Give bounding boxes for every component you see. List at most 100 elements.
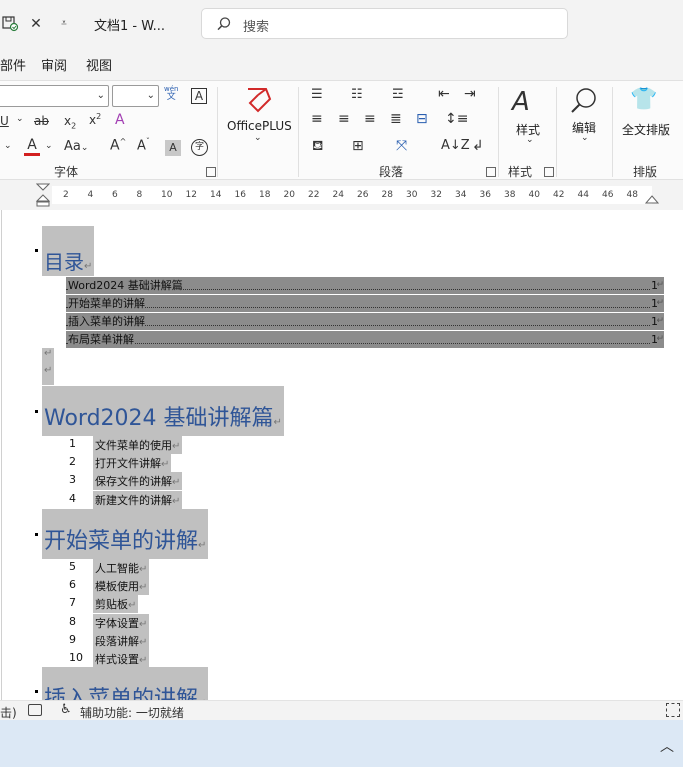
accessibility-icon[interactable]: ♿ xyxy=(60,702,72,717)
list-item[interactable]: 新建文件的讲解↵ xyxy=(93,490,183,509)
multilevel-list-icon[interactable]: ☲ xyxy=(392,87,404,102)
align-center-icon[interactable]: ≡ xyxy=(338,111,350,127)
toc-heading[interactable]: 目录↵ xyxy=(42,226,95,276)
subscript-icon[interactable]: x2 xyxy=(64,114,76,130)
dropdown-chevron-icon[interactable]: ⌄ xyxy=(16,114,24,124)
accessibility-status[interactable]: 辅助功能: 一切就绪 xyxy=(80,704,184,721)
save-icon[interactable] xyxy=(0,14,20,34)
focus-mode-icon[interactable] xyxy=(666,703,680,717)
full-layout-icon[interactable]: 👕 xyxy=(630,87,657,112)
distributed-icon[interactable]: ⊟ xyxy=(416,111,428,127)
superscript-icon[interactable]: x2 xyxy=(89,112,101,127)
paragraph-mark: ↵ xyxy=(656,316,664,326)
grow-font-icon[interactable]: A^ xyxy=(110,137,126,154)
sort-icon[interactable]: A↓Z xyxy=(441,138,470,153)
indent-marker-icon[interactable] xyxy=(35,183,51,207)
tab-review[interactable]: 审阅 xyxy=(41,55,67,74)
show-marks-icon[interactable]: ↲ xyxy=(472,138,484,154)
list-item[interactable]: 剪贴板↵ xyxy=(93,595,139,614)
phonetic-guide-button[interactable]: wén 文 xyxy=(164,85,178,102)
list-item[interactable]: 段落讲解↵ xyxy=(93,631,150,650)
ruler-tick-label: 48 xyxy=(626,190,638,200)
character-border-button[interactable]: A xyxy=(191,88,207,104)
tab-view[interactable]: 视图 xyxy=(86,55,112,74)
list-item[interactable]: 字体设置↵ xyxy=(93,613,150,632)
clear-formatting-icon[interactable]: A xyxy=(115,112,125,128)
find-icon[interactable] xyxy=(568,85,600,117)
list-item[interactable]: 文件菜单的使用↵ xyxy=(93,436,183,454)
shading-icon[interactable]: ⛾ xyxy=(312,138,323,156)
list-item[interactable]: 人工智能↵ xyxy=(93,559,150,577)
list-item-text: 剪贴板 xyxy=(95,598,128,612)
status-bar: 击) ♿ 辅助功能: 一切就绪 xyxy=(0,700,683,720)
chevron-down-icon[interactable]: ⌄ xyxy=(254,133,262,143)
font-dialog-launcher-icon[interactable] xyxy=(206,167,216,177)
font-color-icon[interactable]: A xyxy=(24,137,40,156)
justify-icon[interactable]: ≣ xyxy=(390,111,402,127)
font-size-dropdown[interactable]: ⌄ xyxy=(112,85,159,107)
shrink-font-icon[interactable]: Aˇ xyxy=(137,137,150,153)
ruler-tick-label: 2 xyxy=(63,190,69,200)
officeplus-logo-icon[interactable] xyxy=(244,85,274,115)
change-case-button[interactable]: Aa⌄ xyxy=(64,139,88,154)
paragraph-group-label: 段落 xyxy=(379,165,404,179)
list-item[interactable]: 打开文件讲解↵ xyxy=(93,454,172,473)
horizontal-ruler[interactable]: 2 4 6 8 10 12 14 16 18 20 22 24 26 28 30 32 34 36 38 40 42 44… xyxy=(0,180,683,210)
paragraph-mark: ↵ xyxy=(656,298,664,308)
ruler-tick-label: 14 xyxy=(210,190,222,200)
list-item[interactable]: 模板使用↵ xyxy=(93,577,150,596)
enclose-character-icon[interactable]: 字 xyxy=(191,139,208,156)
align-right-icon[interactable]: ≡ xyxy=(364,111,376,127)
chevron-up-icon[interactable]: ︿ xyxy=(660,736,674,756)
customize-qat-icon[interactable]: ⩡ xyxy=(54,14,74,34)
toc-entry[interactable]: 插入菜单的讲解 1 ↵ xyxy=(66,313,664,330)
heading-bullet xyxy=(35,690,38,693)
document-canvas[interactable]: 目录↵ Word2024 基础讲解篇 1 ↵ 开始菜单的讲解 1 ↵ 插入菜单的讲解 1 ↵ 布局… xyxy=(0,210,683,700)
borders-icon[interactable]: ⊞ xyxy=(352,138,364,154)
increase-indent-icon[interactable]: ⇥ xyxy=(464,86,476,102)
section-heading[interactable]: Word2024 基础讲解篇↵ xyxy=(42,386,284,436)
ruler-tick-label: 30 xyxy=(406,190,418,200)
ruler-tick-label: 40 xyxy=(528,190,540,200)
strikethrough-icon[interactable]: ab xyxy=(34,114,49,128)
tab-addins[interactable]: 部件 xyxy=(0,55,26,74)
ruler-tick-label: 32 xyxy=(430,190,442,200)
styles-dialog-launcher-icon[interactable] xyxy=(544,167,554,177)
styles-icon[interactable]: A xyxy=(512,87,530,117)
proofing-icon[interactable] xyxy=(28,704,42,716)
section-heading[interactable]: 插入菜单的讲解↵ xyxy=(42,667,209,700)
list-item[interactable]: 样式设置↵ xyxy=(93,650,150,668)
title-bar: ✕ ⩡ 文档1 - W... 搜索 xyxy=(0,0,683,46)
search-input[interactable]: 搜索 xyxy=(201,8,568,39)
align-left-icon[interactable]: ≡ xyxy=(311,111,323,127)
decrease-indent-icon[interactable]: ⇤ xyxy=(438,86,450,102)
underline-icon[interactable]: U xyxy=(0,114,9,128)
character-shading-icon[interactable]: A xyxy=(165,140,181,156)
font-name-dropdown[interactable]: ⌄ xyxy=(0,85,109,107)
close-icon[interactable]: ✕ xyxy=(26,14,46,34)
toc-entry[interactable]: 布局菜单讲解 1 ↵ xyxy=(66,331,664,348)
paragraph-mark: ↵ xyxy=(656,334,664,344)
chevron-down-icon[interactable]: ⌄ xyxy=(526,135,534,145)
numbering-icon[interactable]: ☷ xyxy=(351,87,363,102)
paragraph-dialog-launcher-icon[interactable] xyxy=(486,167,496,177)
toc-entry[interactable]: Word2024 基础讲解篇 1 ↵ xyxy=(66,277,664,294)
document-title: 文档1 - W... xyxy=(94,19,165,34)
list-item-text: 段落讲解 xyxy=(95,634,139,648)
dropdown-chevron-icon[interactable]: ⌄ xyxy=(45,141,53,151)
officeplus-button[interactable]: OfficePLUS xyxy=(227,119,292,133)
bullets-icon[interactable]: ☰ xyxy=(311,87,323,102)
right-indent-marker-icon[interactable] xyxy=(644,194,660,208)
full-layout-button[interactable]: 全文排版 xyxy=(622,121,670,138)
section-heading[interactable]: 开始菜单的讲解↵ xyxy=(42,509,209,559)
paragraph-mark: ↵ xyxy=(139,564,148,575)
line-spacing-icon[interactable]: ↕≡ xyxy=(445,111,468,127)
asian-layout-icon[interactable]: ⤧ xyxy=(396,138,407,154)
list-item-text: 字体设置 xyxy=(95,616,139,630)
ribbon-separator xyxy=(298,87,299,177)
chevron-down-icon[interactable]: ⌄ xyxy=(581,133,589,143)
toc-entry[interactable]: 开始菜单的讲解 1 ↵ xyxy=(66,295,664,312)
dropdown-chevron-icon[interactable]: ⌄ xyxy=(4,141,12,151)
list-number: 10 xyxy=(69,651,83,664)
list-item[interactable]: 保存文件的讲解↵ xyxy=(93,472,183,491)
